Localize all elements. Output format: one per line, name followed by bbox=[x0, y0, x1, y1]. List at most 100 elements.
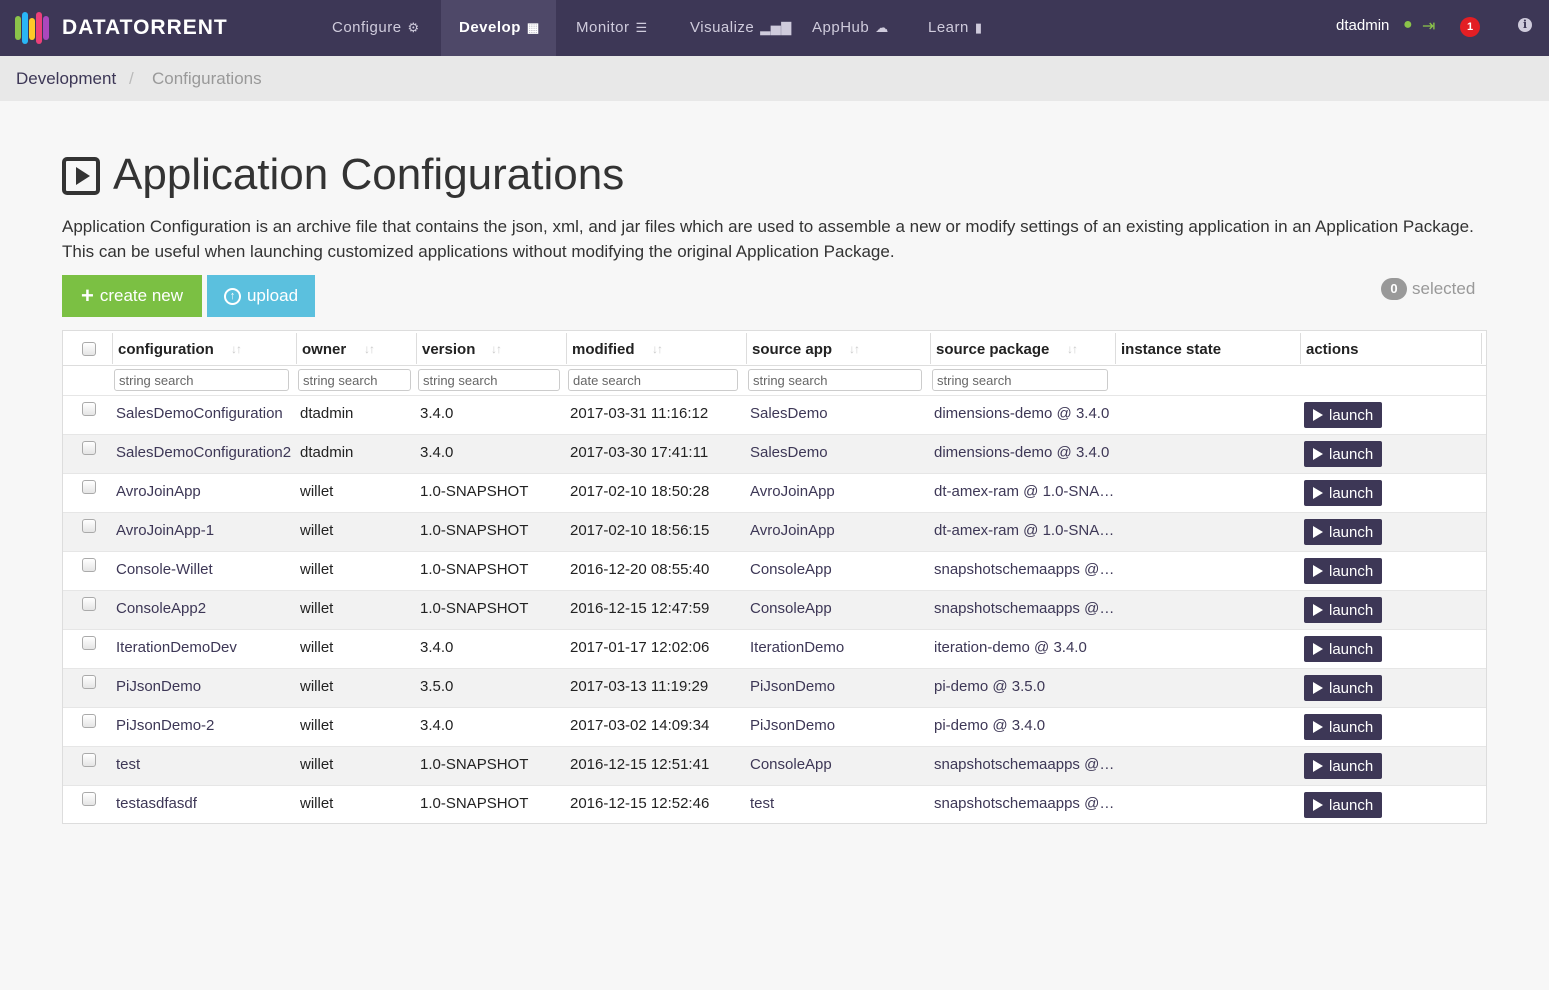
launch-button[interactable]: launch bbox=[1304, 714, 1382, 740]
cell-configuration[interactable]: test bbox=[116, 756, 140, 773]
launch-button[interactable]: launch bbox=[1304, 402, 1382, 428]
row-checkbox[interactable] bbox=[82, 480, 96, 494]
cell-source-app[interactable]: ConsoleApp bbox=[750, 600, 832, 617]
header-version[interactable]: version ↓↑ bbox=[416, 333, 564, 364]
sort-icon[interactable]: ↓↑ bbox=[849, 342, 860, 356]
cell-source-app[interactable]: PiJsonDemo bbox=[750, 717, 835, 734]
cell-source-app[interactable]: IterationDemo bbox=[750, 639, 844, 656]
table-row[interactable]: AvroJoinApp-1 willet 1.0-SNAPSHOT 2017-02-1… bbox=[63, 512, 1486, 551]
cell-source-package[interactable]: snapshotschemaapps @… bbox=[934, 795, 1114, 812]
row-checkbox[interactable] bbox=[82, 519, 96, 533]
table-row[interactable]: ConsoleApp2 willet 1.0-SNAPSHOT 2016-12-15 … bbox=[63, 590, 1486, 629]
launch-button[interactable]: launch bbox=[1304, 675, 1382, 701]
launch-button[interactable]: launch bbox=[1304, 792, 1382, 818]
owner-filter-input[interactable] bbox=[298, 369, 411, 391]
table-row[interactable]: Console-Willet willet 1.0-SNAPSHOT 2016-12-… bbox=[63, 551, 1486, 590]
cell-source-package[interactable]: dt-amex-ram @ 1.0-SNA… bbox=[934, 522, 1114, 539]
cell-source-package[interactable]: pi-demo @ 3.4.0 bbox=[934, 717, 1045, 734]
cell-source-package[interactable]: dt-amex-ram @ 1.0-SNA… bbox=[934, 483, 1114, 500]
cell-configuration[interactable]: AvroJoinApp-1 bbox=[116, 522, 214, 539]
cell-configuration[interactable]: PiJsonDemo bbox=[116, 678, 201, 695]
table-row[interactable]: SalesDemoConfiguration dtadmin 3.4.0 2017-0… bbox=[63, 395, 1486, 434]
header-modified[interactable]: modified ↓↑ bbox=[566, 333, 744, 364]
upload-button[interactable]: ↑ upload bbox=[207, 275, 315, 317]
create-new-button[interactable]: + create new bbox=[62, 275, 202, 317]
header-source-package[interactable]: source package ↓↑ bbox=[930, 333, 1110, 364]
header-configuration[interactable]: configuration ↓↑ bbox=[112, 333, 296, 364]
launch-button[interactable]: launch bbox=[1304, 753, 1382, 779]
cell-configuration[interactable]: Console-Willet bbox=[116, 561, 213, 578]
header-owner[interactable]: owner ↓↑ bbox=[296, 333, 414, 364]
cell-configuration[interactable]: testasdfasdf bbox=[116, 795, 197, 812]
sort-icon[interactable]: ↓↑ bbox=[231, 342, 242, 356]
source-package-filter-input[interactable] bbox=[932, 369, 1108, 391]
nav-configure[interactable]: Configure ⚙ bbox=[314, 0, 438, 56]
cell-source-app[interactable]: SalesDemo bbox=[750, 444, 828, 461]
cell-source-package[interactable]: dimensions-demo @ 3.4.0 bbox=[934, 444, 1109, 461]
cell-source-app[interactable]: ConsoleApp bbox=[750, 561, 832, 578]
sort-icon[interactable]: ↓↑ bbox=[491, 342, 502, 356]
username[interactable]: dtadmin bbox=[1336, 0, 1389, 52]
info-icon[interactable]: i bbox=[1518, 18, 1532, 32]
launch-button[interactable]: launch bbox=[1304, 519, 1382, 545]
header-source-app[interactable]: source app ↓↑ bbox=[746, 333, 924, 364]
user-icon[interactable]: ● bbox=[1403, 16, 1413, 34]
row-checkbox[interactable] bbox=[82, 714, 96, 728]
cell-source-package[interactable]: dimensions-demo @ 3.4.0 bbox=[934, 405, 1109, 422]
row-checkbox[interactable] bbox=[82, 402, 96, 416]
cell-source-package[interactable]: snapshotschemaapps @… bbox=[934, 600, 1114, 617]
row-checkbox[interactable] bbox=[82, 441, 96, 455]
launch-button[interactable]: launch bbox=[1304, 441, 1382, 467]
cell-source-app[interactable]: AvroJoinApp bbox=[750, 522, 835, 539]
row-checkbox[interactable] bbox=[82, 792, 96, 806]
cell-source-package[interactable]: pi-demo @ 3.5.0 bbox=[934, 678, 1045, 695]
logout-icon[interactable]: ⇥ bbox=[1422, 16, 1435, 36]
select-all-checkbox[interactable] bbox=[82, 342, 96, 356]
table-row[interactable]: test willet 1.0-SNAPSHOT 2016-12-15 12:51:4… bbox=[63, 746, 1486, 785]
cell-source-app[interactable]: test bbox=[750, 795, 774, 812]
cell-source-app[interactable]: PiJsonDemo bbox=[750, 678, 835, 695]
cell-source-app[interactable]: SalesDemo bbox=[750, 405, 828, 422]
sort-icon[interactable]: ↓↑ bbox=[1067, 342, 1078, 356]
cell-configuration[interactable]: IterationDemoDev bbox=[116, 639, 237, 656]
table-row[interactable]: SalesDemoConfiguration2 dtadmin 3.4.0 2017-… bbox=[63, 434, 1486, 473]
configuration-filter-input[interactable] bbox=[114, 369, 289, 391]
table-row[interactable]: IterationDemoDev willet 3.4.0 2017-01-17 12… bbox=[63, 629, 1486, 668]
launch-button[interactable]: launch bbox=[1304, 636, 1382, 662]
row-checkbox[interactable] bbox=[82, 597, 96, 611]
row-checkbox[interactable] bbox=[82, 675, 96, 689]
sort-icon[interactable]: ↓↑ bbox=[652, 342, 663, 356]
nav-visualize[interactable]: Visualize ▂▅▇ bbox=[672, 0, 810, 56]
table-row[interactable]: AvroJoinApp willet 1.0-SNAPSHOT 2017-02-10 … bbox=[63, 473, 1486, 512]
cell-source-app[interactable]: AvroJoinApp bbox=[750, 483, 835, 500]
cell-source-package[interactable]: iteration-demo @ 3.4.0 bbox=[934, 639, 1087, 656]
row-checkbox[interactable] bbox=[82, 753, 96, 767]
cell-source-package[interactable]: snapshotschemaapps @… bbox=[934, 561, 1114, 578]
table-row[interactable]: PiJsonDemo willet 3.5.0 2017-03-13 11:19:29… bbox=[63, 668, 1486, 707]
cell-configuration[interactable]: PiJsonDemo-2 bbox=[116, 717, 214, 734]
cell-configuration[interactable]: SalesDemoConfiguration bbox=[116, 405, 283, 422]
modified-filter-input[interactable] bbox=[568, 369, 738, 391]
cell-configuration[interactable]: SalesDemoConfiguration2 bbox=[116, 444, 291, 461]
sort-icon[interactable]: ↓↑ bbox=[364, 342, 375, 356]
source-app-filter-input[interactable] bbox=[748, 369, 922, 391]
cell-source-package[interactable]: snapshotschemaapps @… bbox=[934, 756, 1114, 773]
table-row[interactable]: testasdfasdf willet 1.0-SNAPSHOT 2016-12-15… bbox=[63, 785, 1486, 824]
cell-configuration[interactable]: AvroJoinApp bbox=[116, 483, 201, 500]
row-checkbox[interactable] bbox=[82, 636, 96, 650]
table-row[interactable]: PiJsonDemo-2 willet 3.4.0 2017-03-02 14:09:… bbox=[63, 707, 1486, 746]
version-filter-input[interactable] bbox=[418, 369, 560, 391]
nav-apphub[interactable]: AppHub ☁ bbox=[794, 0, 907, 56]
launch-button[interactable]: launch bbox=[1304, 480, 1382, 506]
nav-learn[interactable]: Learn ▮ bbox=[910, 0, 1001, 56]
row-checkbox[interactable] bbox=[82, 558, 96, 572]
cell-source-app[interactable]: ConsoleApp bbox=[750, 756, 832, 773]
launch-button[interactable]: launch bbox=[1304, 558, 1382, 584]
launch-button[interactable]: launch bbox=[1304, 597, 1382, 623]
cell-configuration[interactable]: ConsoleApp2 bbox=[116, 600, 206, 617]
breadcrumb-development[interactable]: Development bbox=[16, 69, 116, 89]
nav-monitor[interactable]: Monitor ☰ bbox=[558, 0, 666, 56]
brand-logo[interactable]: DATATORRENT bbox=[14, 8, 228, 48]
nav-develop[interactable]: Develop ▦ bbox=[441, 0, 556, 56]
notification-badge[interactable]: 1 bbox=[1460, 17, 1480, 37]
